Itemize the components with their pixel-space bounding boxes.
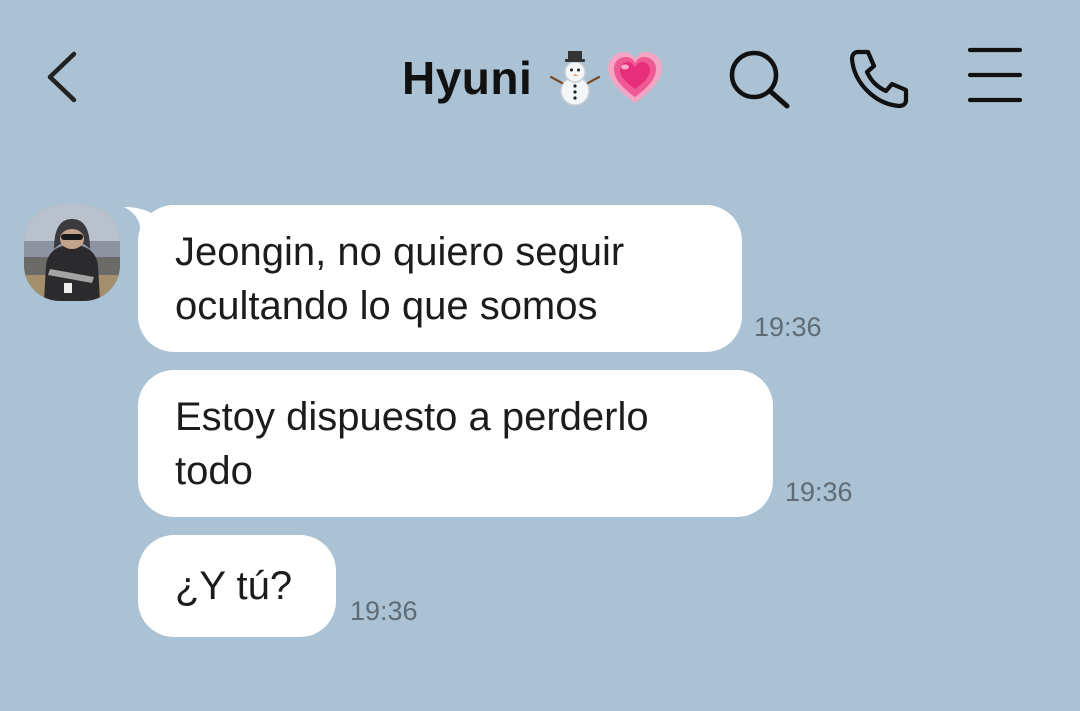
search-button[interactable] <box>724 44 794 114</box>
search-icon <box>729 50 790 109</box>
message-timestamp: 19:36 <box>785 477 853 507</box>
message-text: Jeongin, no quiero seguir ocultando lo q… <box>175 229 625 328</box>
snowman-emoji <box>550 51 601 106</box>
chevron-left-icon <box>47 51 77 103</box>
message-text: Estoy dispuesto a perderlo todo <box>175 394 649 493</box>
menu-button[interactable] <box>962 44 1028 108</box>
contact-name: Hyuni <box>402 52 533 104</box>
message-timestamp: 19:36 <box>754 312 822 342</box>
avatar-photo <box>24 205 120 301</box>
phone-icon <box>849 49 909 109</box>
message-bubble[interactable]: ¿Y tú? <box>138 535 336 637</box>
avatar[interactable] <box>24 205 120 301</box>
message-text: ¿Y tú? <box>175 564 293 608</box>
message-timestamp: 19:36 <box>350 596 418 626</box>
chat-title[interactable]: Hyuni <box>402 48 666 108</box>
menu-icon <box>967 47 1023 103</box>
message-bubble[interactable]: Jeongin, no quiero seguir ocultando lo q… <box>138 205 742 352</box>
call-button[interactable] <box>844 44 914 114</box>
message-bubble[interactable]: Estoy dispuesto a perderlo todo <box>138 370 773 517</box>
growing-heart-emoji <box>608 52 663 103</box>
chat-header: Hyuni <box>0 0 1080 150</box>
back-button[interactable] <box>40 44 90 110</box>
